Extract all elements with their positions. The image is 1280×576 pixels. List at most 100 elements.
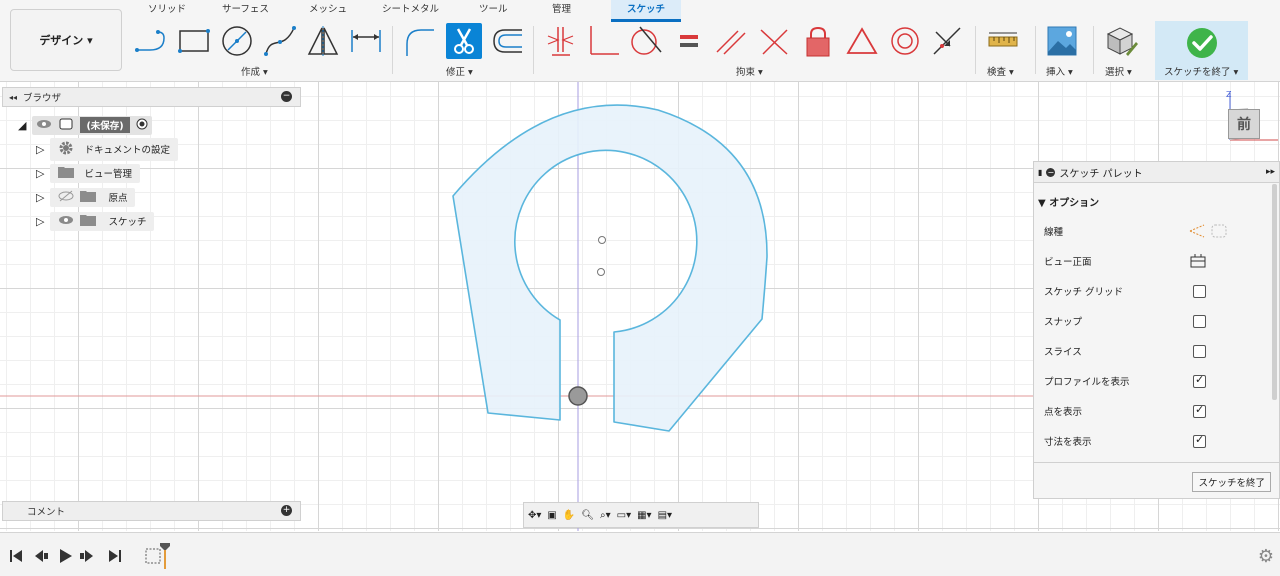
palette-scrollbar[interactable] [1272, 184, 1277, 400]
pan-hand-icon[interactable]: ✋ [563, 510, 575, 521]
look-at-icon[interactable] [1189, 253, 1207, 272]
viewports-icon[interactable]: ▤▾ [658, 510, 672, 521]
collinear-constraint-icon[interactable] [930, 24, 964, 58]
create-group-label[interactable]: 作成 ▾ [241, 64, 268, 78]
tab-manage[interactable]: 管理 [544, 0, 579, 20]
timeline-settings-gear-icon[interactable]: ⚙ [1258, 546, 1274, 567]
insert-image-icon[interactable] [1045, 24, 1079, 58]
sketch-grid-checkbox[interactable] [1193, 284, 1206, 298]
zoom-icon[interactable]: 🔍︎ [581, 510, 594, 521]
finish-sketch-button[interactable]: スケッチを終了 [1192, 472, 1271, 492]
fillet-tool-icon[interactable] [402, 24, 436, 58]
grid-settings-icon[interactable]: ▦▾ [637, 510, 651, 521]
mirror-tool-icon[interactable] [306, 24, 340, 58]
eye-icon[interactable] [58, 215, 74, 228]
workspace-switcher[interactable]: デザイン ▾ [10, 9, 122, 71]
spline-tool-icon[interactable] [263, 24, 297, 58]
palette-row-snap[interactable]: スナップ [1044, 311, 1244, 331]
trim-scissors-icon[interactable] [446, 23, 482, 59]
midpoint-triangle-icon[interactable] [845, 24, 879, 58]
timeline-playback-controls[interactable] [8, 546, 128, 566]
view-cube[interactable]: Z 前 [1222, 90, 1280, 146]
tab-sheet-metal[interactable]: シートメタル [374, 0, 447, 20]
coincident-constraint-icon[interactable] [544, 24, 578, 58]
sketch-profile [452, 104, 768, 432]
snap-checkbox[interactable] [1193, 314, 1206, 328]
palette-row-show-dimensions[interactable]: 寸法を表示 [1044, 431, 1244, 451]
modify-group-label[interactable]: 修正 ▾ [446, 64, 473, 78]
z-axis-label: Z [1226, 90, 1232, 99]
perpendicular-constraint-icon[interactable] [586, 24, 620, 58]
palette-grip-icon[interactable]: ▮ [1038, 168, 1042, 177]
constraints-group-label[interactable]: 拘束 ▾ [736, 64, 763, 78]
tab-sketch[interactable]: スケッチ [611, 0, 681, 22]
view-cube-front-face[interactable]: 前 [1228, 109, 1260, 139]
add-comment-icon[interactable]: + [281, 505, 292, 516]
activate-radio-icon[interactable] [136, 118, 148, 133]
ribbon-separator [1093, 26, 1094, 74]
orbit-icon[interactable]: ✥▾ [528, 510, 541, 521]
palette-header[interactable]: ▮ − スケッチ パレット ▸▸ [1034, 162, 1279, 183]
perpendicular-cross-icon[interactable] [757, 24, 791, 58]
eye-icon[interactable] [36, 119, 52, 132]
inspect-group-label[interactable]: 検査 ▾ [987, 64, 1014, 78]
comments-header[interactable]: コメント + [2, 501, 301, 521]
parallel-constraint-icon[interactable] [714, 24, 748, 58]
tab-surface[interactable]: サーフェス [214, 0, 277, 20]
tangent-constraint-icon[interactable] [628, 24, 662, 58]
rectangle-tool-icon[interactable] [177, 24, 211, 58]
palette-row-line-type: 線種 [1044, 221, 1244, 241]
expand-palette-icon[interactable]: ▸▸ [1266, 167, 1275, 177]
tab-solid[interactable]: ソリッド [140, 0, 194, 20]
slice-checkbox[interactable] [1193, 344, 1206, 358]
display-settings-icon[interactable]: ▭▾ [617, 510, 631, 521]
sketch-feature-icon[interactable] [144, 545, 164, 565]
browser-root-row[interactable]: ◢ (未保存) [18, 115, 152, 135]
circle-tool-icon[interactable] [220, 24, 254, 58]
palette-row-label: スナップ [1044, 317, 1083, 328]
browser-item-origin[interactable]: ▷ 原点 [36, 187, 136, 207]
options-section-header[interactable]: ▼ オプション [1038, 194, 1099, 209]
workspace-label: デザイン ▾ [39, 34, 93, 47]
expand-triangle-icon[interactable]: ▷ [36, 191, 44, 204]
expand-triangle-icon[interactable]: ▷ [36, 143, 44, 156]
browser-item-label: 原点 [108, 193, 128, 204]
browser-item-sketches[interactable]: ▷ スケッチ [36, 211, 155, 231]
show-dimensions-checkbox[interactable] [1193, 433, 1206, 448]
insert-group-label[interactable]: 挿入 ▾ [1046, 64, 1073, 78]
collapse-arrows-icon[interactable]: ◂◂ [9, 93, 17, 102]
show-profile-checkbox[interactable] [1193, 373, 1206, 388]
fit-icon[interactable]: ⌕▾ [600, 510, 611, 521]
palette-row-slice[interactable]: スライス [1044, 341, 1244, 361]
select-group-label[interactable]: 選択 ▾ [1105, 64, 1132, 78]
dimension-tool-icon[interactable] [349, 24, 383, 58]
palette-row-sketch-grid[interactable]: スケッチ グリッド [1044, 281, 1244, 301]
equal-constraint-icon[interactable] [672, 24, 706, 58]
collapse-panel-icon[interactable]: − [281, 91, 292, 102]
browser-header[interactable]: ◂◂ ブラウザ − [2, 87, 301, 107]
line-tool-icon[interactable] [134, 24, 168, 58]
measure-ruler-icon[interactable] [986, 24, 1020, 58]
finish-sketch-panel[interactable]: スケッチを終了 ▾ [1155, 21, 1248, 80]
expand-triangle-icon[interactable]: ▷ [36, 167, 44, 180]
collapse-palette-icon[interactable]: − [1046, 167, 1056, 177]
expand-triangle-icon[interactable]: ▷ [36, 215, 44, 228]
concentric-constraint-icon[interactable] [888, 24, 922, 58]
tab-tools[interactable]: ツール [471, 0, 516, 20]
fix-lock-icon[interactable] [801, 24, 835, 58]
browser-item-label: ドキュメントの設定 [84, 145, 170, 156]
tab-mesh[interactable]: メッシュ [301, 0, 355, 20]
show-points-checkbox[interactable] [1193, 403, 1206, 418]
select-cube-icon[interactable] [1104, 24, 1138, 58]
expand-triangle-icon[interactable]: ◢ [18, 119, 26, 132]
offset-tool-icon[interactable] [490, 24, 524, 58]
centerline-icon[interactable] [1210, 223, 1228, 242]
palette-row-show-points[interactable]: 点を表示 [1044, 401, 1244, 421]
look-at-icon[interactable]: ▣ [547, 510, 556, 521]
eye-hidden-icon[interactable] [58, 190, 74, 205]
browser-item-view-manager[interactable]: ▷ ビュー管理 [36, 163, 140, 183]
sketch-point [597, 268, 605, 276]
palette-row-show-profile[interactable]: プロファイルを表示 [1044, 371, 1244, 391]
browser-item-document-settings[interactable]: ▷ ドキュメントの設定 [36, 137, 178, 161]
construction-line-icon[interactable] [1188, 223, 1206, 242]
